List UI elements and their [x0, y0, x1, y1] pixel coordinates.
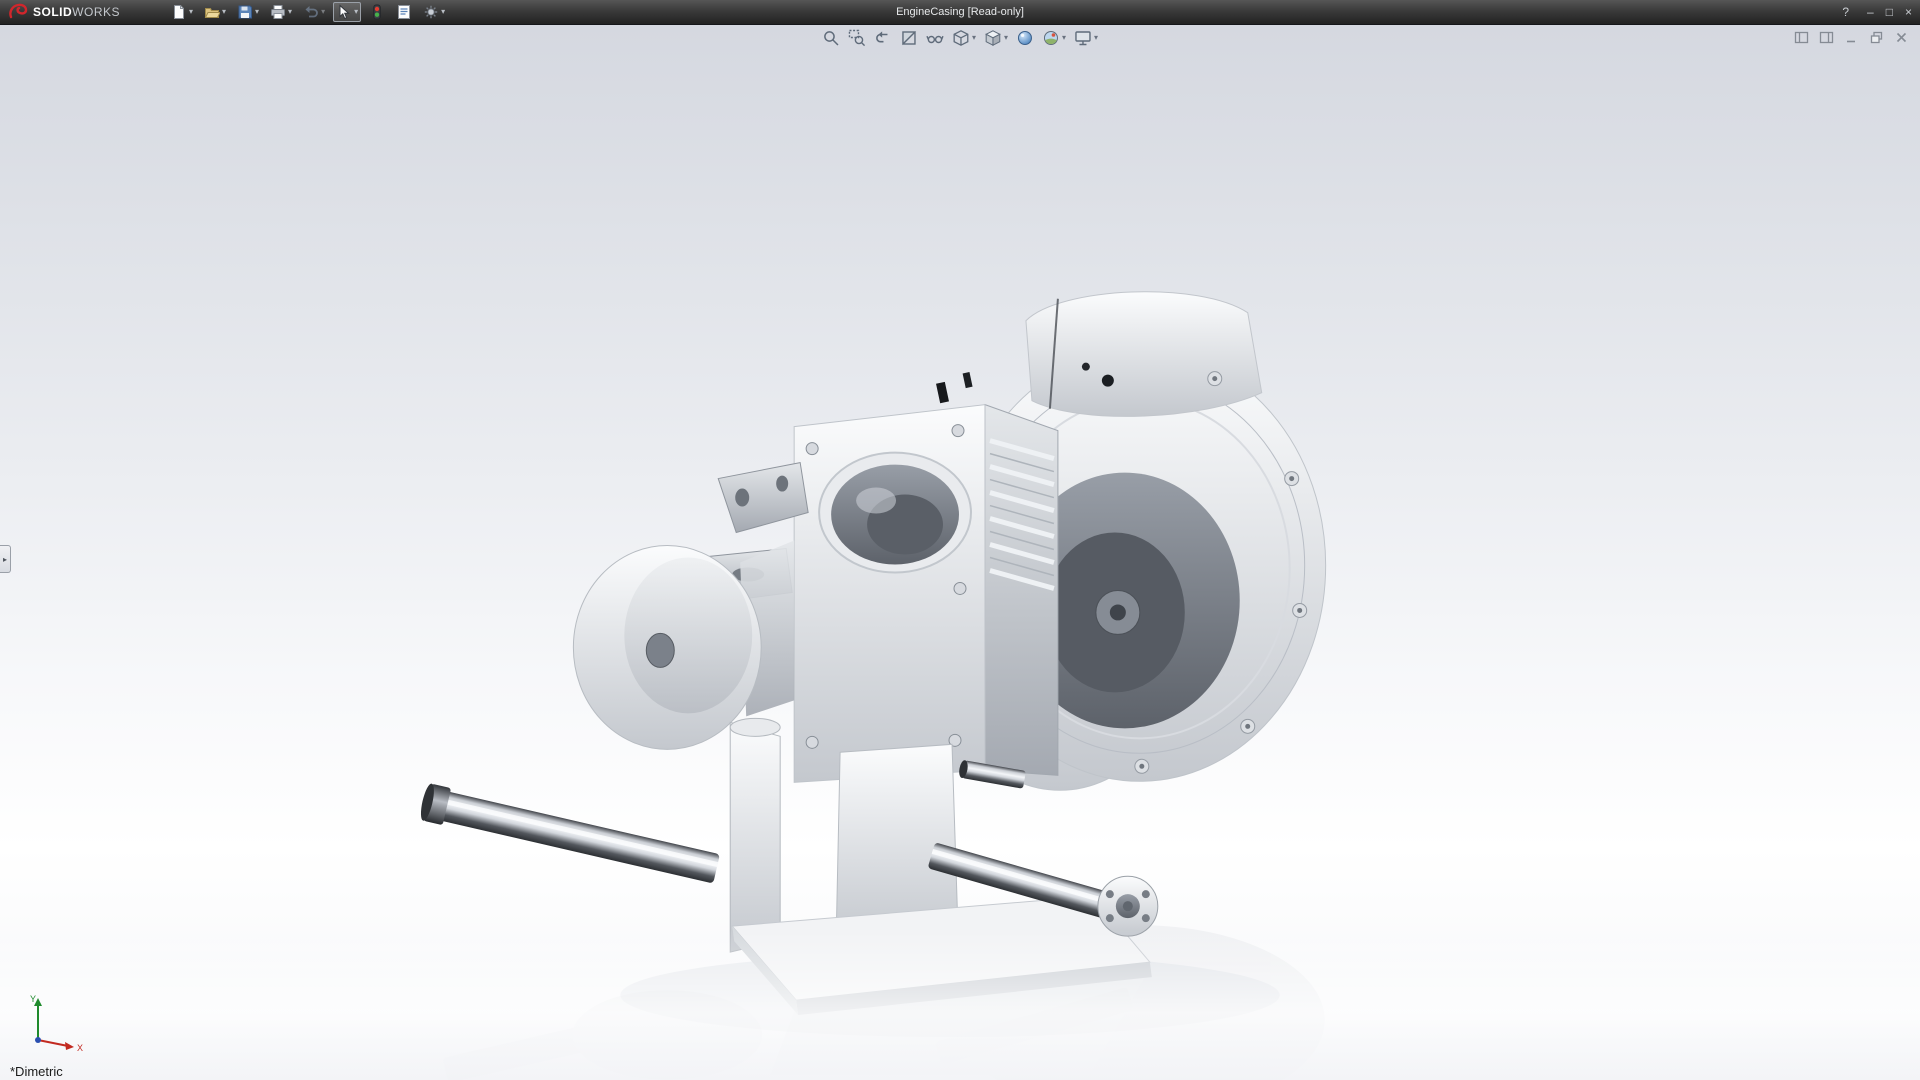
- print-button[interactable]: ▾: [267, 2, 295, 22]
- display-style-cube-icon: [984, 29, 1002, 47]
- heads-up-view-toolbar: ▾ ▾: [819, 27, 1101, 49]
- flyout-arrow-icon: ▸: [3, 555, 7, 564]
- document-close-button[interactable]: [1892, 28, 1910, 46]
- document-minimize-button[interactable]: [1842, 28, 1860, 46]
- brand-text: SOLIDWORKS: [33, 5, 120, 19]
- dropdown-arrow-icon: ▾: [321, 8, 325, 16]
- new-button[interactable]: ▾: [168, 2, 196, 22]
- app-logo: SOLIDWORKS: [8, 0, 120, 24]
- select-button[interactable]: ▾: [333, 2, 361, 22]
- view-settings-button[interactable]: ▾: [1071, 27, 1101, 49]
- dropdown-arrow-icon: ▾: [222, 8, 226, 16]
- maximize-button[interactable]: □: [1886, 6, 1893, 18]
- open-button[interactable]: ▾: [201, 2, 229, 22]
- dropdown-arrow-icon: ▾: [1062, 34, 1066, 42]
- zoom-to-fit-icon: [822, 29, 840, 47]
- display-style-button[interactable]: ▾: [981, 27, 1011, 49]
- zoom-to-area-button[interactable]: [845, 27, 869, 49]
- triad-y-label: Y: [30, 994, 36, 1004]
- glasses-icon: [926, 29, 944, 47]
- appearance-sphere-icon: [1016, 29, 1034, 47]
- view-orientation-label: *Dimetric: [10, 1064, 63, 1079]
- document-restore-button[interactable]: [1867, 28, 1885, 46]
- file-properties-icon: [396, 4, 412, 20]
- solidworks-window: { "glyphs": {"dropdown": "▾", "flyout": …: [0, 0, 1920, 1080]
- minimize-icon: [1844, 30, 1859, 45]
- dropdown-arrow-icon: ▾: [441, 8, 445, 16]
- rebuild-button[interactable]: [366, 2, 388, 22]
- pane-right-icon: [1819, 30, 1834, 45]
- featuremanager-flyout-tab[interactable]: ▸: [0, 545, 11, 573]
- minimize-button[interactable]: –: [1867, 6, 1874, 18]
- hide-show-items-button[interactable]: [923, 27, 947, 49]
- orientation-triad: Y X: [18, 992, 88, 1054]
- rebuild-traffic-light-icon: [369, 4, 385, 20]
- save-button[interactable]: ▾: [234, 2, 262, 22]
- section-view-button[interactable]: [897, 27, 921, 49]
- undo-button[interactable]: ▾: [300, 2, 328, 22]
- graphics-area[interactable]: ▾ ▾: [0, 25, 1920, 1080]
- triad-x-label: X: [77, 1043, 83, 1053]
- dassault-3ds-logo-icon: [8, 3, 28, 21]
- pane-left-icon: [1794, 30, 1809, 45]
- dropdown-arrow-icon: ▾: [255, 8, 259, 16]
- previous-view-icon: [874, 29, 892, 47]
- section-view-icon: [900, 29, 918, 47]
- titlebar: SOLIDWORKS ▾ ▾ ▾: [0, 0, 1920, 25]
- options-gear-icon: [423, 4, 439, 20]
- zoom-to-area-icon: [848, 29, 866, 47]
- options-button[interactable]: ▾: [420, 2, 448, 22]
- apply-scene-button[interactable]: ▾: [1039, 27, 1069, 49]
- select-cursor-icon: [336, 4, 352, 20]
- view-orientation-cube-icon: [952, 29, 970, 47]
- save-floppy-icon: [237, 4, 253, 20]
- window-controls: ? – □ ×: [1842, 0, 1912, 24]
- apply-scene-icon: [1042, 29, 1060, 47]
- close-button[interactable]: ×: [1905, 6, 1912, 18]
- collapse-featuremanager-button[interactable]: [1792, 28, 1810, 46]
- previous-view-button[interactable]: [871, 27, 895, 49]
- new-document-icon: [171, 4, 187, 20]
- dropdown-arrow-icon: ▾: [972, 34, 976, 42]
- help-button[interactable]: ?: [1842, 6, 1849, 18]
- engine-casing-model[interactable]: [0, 25, 1920, 1080]
- close-icon: [1894, 30, 1909, 45]
- edit-appearance-button[interactable]: [1013, 27, 1037, 49]
- dropdown-arrow-icon: ▾: [354, 8, 358, 16]
- file-properties-button[interactable]: [393, 2, 415, 22]
- restore-icon: [1869, 30, 1884, 45]
- open-folder-icon: [204, 4, 220, 20]
- zoom-to-fit-button[interactable]: [819, 27, 843, 49]
- document-window-controls: [1792, 28, 1910, 46]
- dropdown-arrow-icon: ▾: [189, 8, 193, 16]
- view-orientation-button[interactable]: ▾: [949, 27, 979, 49]
- dropdown-arrow-icon: ▾: [1004, 34, 1008, 42]
- dropdown-arrow-icon: ▾: [288, 8, 292, 16]
- display-pane-button[interactable]: [1817, 28, 1835, 46]
- dropdown-arrow-icon: ▾: [1094, 34, 1098, 42]
- undo-arrow-icon: [303, 4, 319, 20]
- menu-bar-toolbar: ▾ ▾ ▾ ▾: [168, 1, 448, 23]
- printer-icon: [270, 4, 286, 20]
- view-settings-icon: [1074, 29, 1092, 47]
